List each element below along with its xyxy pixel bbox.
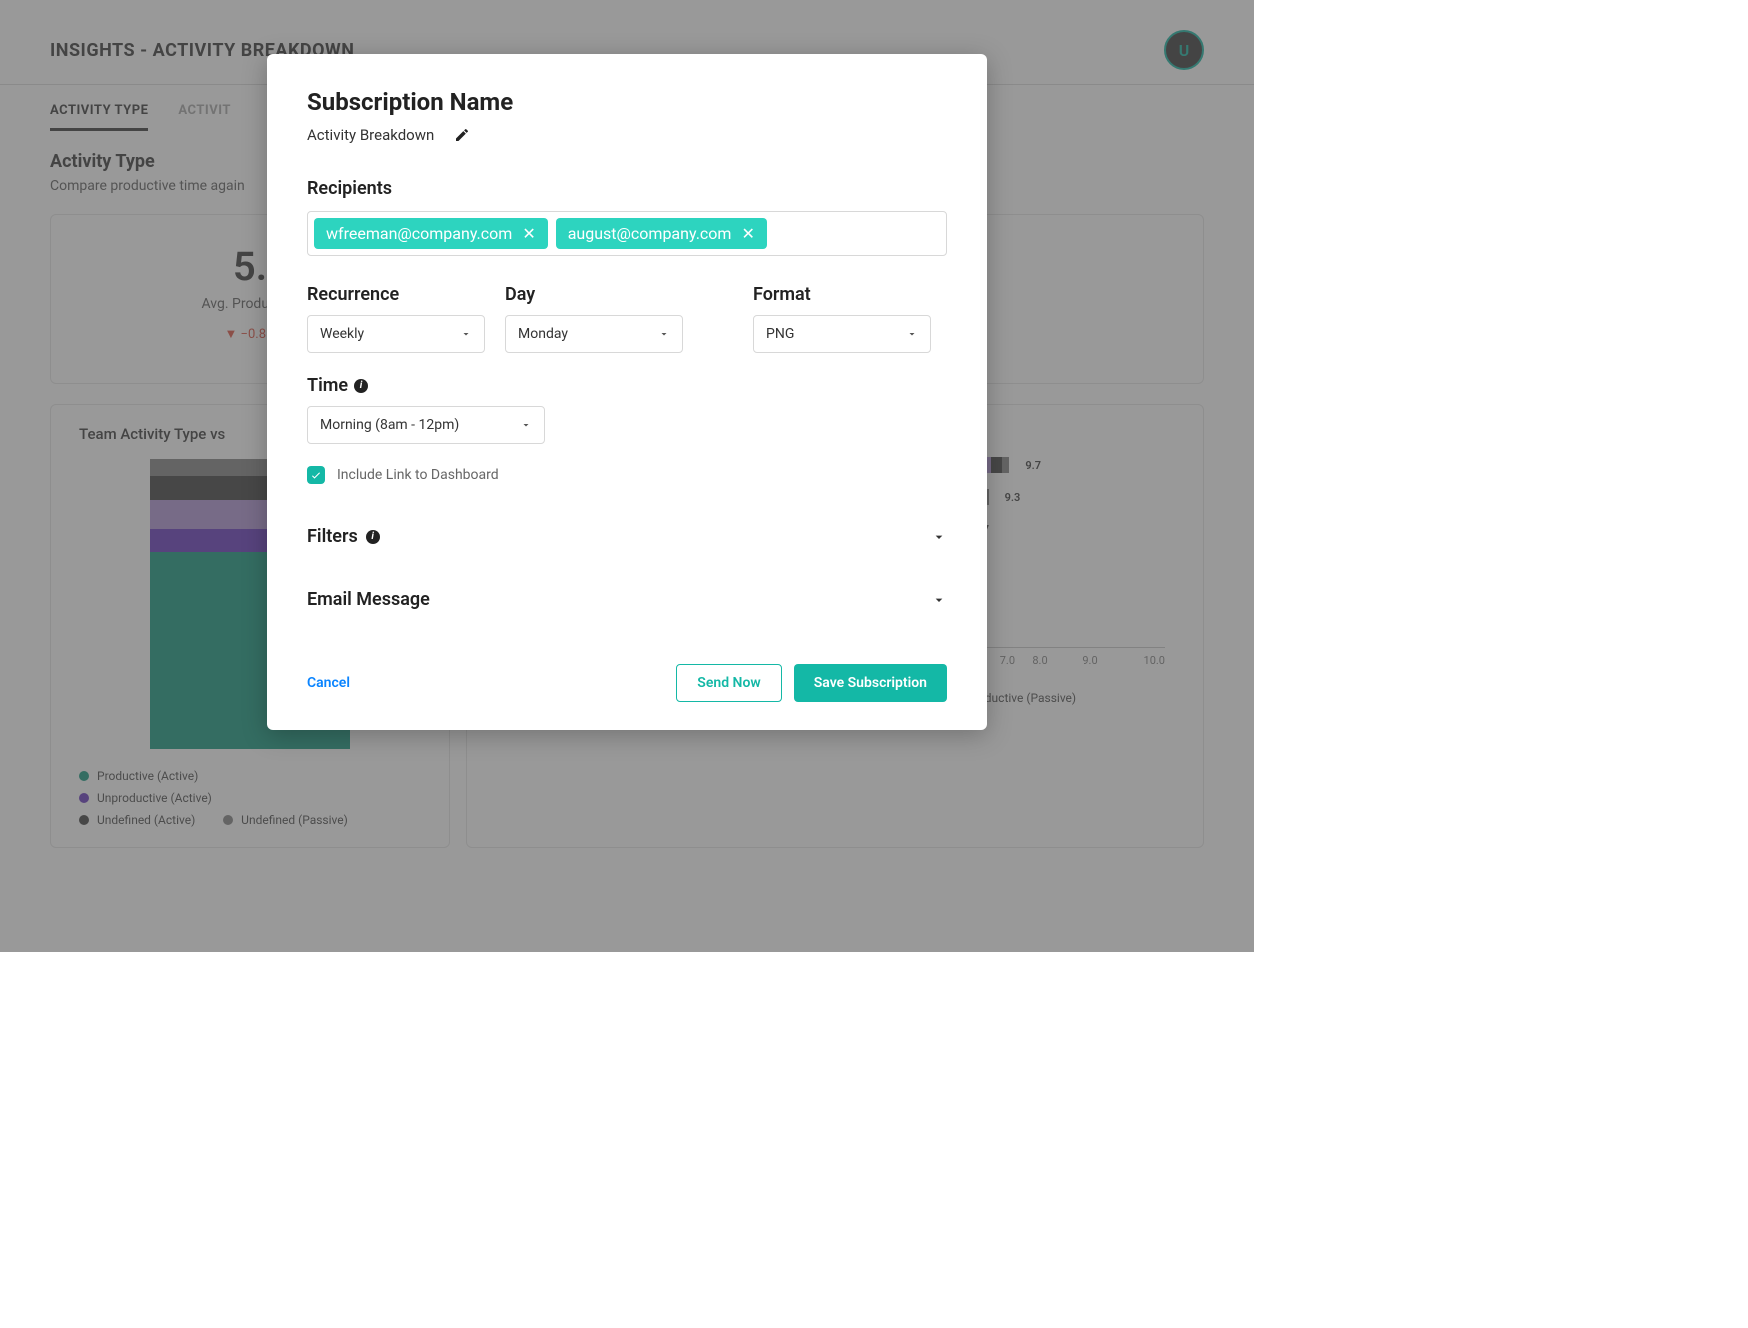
recipients-heading: Recipients <box>307 178 947 199</box>
info-icon[interactable]: i <box>366 530 380 544</box>
chevron-down-icon <box>931 592 947 608</box>
include-link-checkbox[interactable] <box>307 466 325 484</box>
send-now-button[interactable]: Send Now <box>676 664 781 702</box>
format-select[interactable]: PNG <box>753 315 931 353</box>
filters-collapse[interactable]: Filtersi <box>307 514 947 559</box>
email-message-collapse[interactable]: Email Message <box>307 577 947 622</box>
subscription-name-value: Activity Breakdown <box>307 126 434 144</box>
recipient-chip: august@company.com ✕ <box>556 218 767 249</box>
day-select[interactable]: Monday <box>505 315 683 353</box>
recipient-chip: wfreeman@company.com ✕ <box>314 218 548 249</box>
include-link-label: Include Link to Dashboard <box>337 467 499 483</box>
cancel-button[interactable]: Cancel <box>307 675 350 691</box>
time-select[interactable]: Morning (8am - 12pm) <box>307 406 545 444</box>
chevron-down-icon <box>520 419 532 431</box>
chevron-down-icon <box>906 328 918 340</box>
recurrence-select[interactable]: Weekly <box>307 315 485 353</box>
save-subscription-button[interactable]: Save Subscription <box>794 664 947 702</box>
edit-icon[interactable] <box>454 127 470 143</box>
chevron-down-icon <box>931 529 947 545</box>
time-label: Timei <box>307 375 545 396</box>
recipients-input[interactable]: wfreeman@company.com ✕ august@company.co… <box>307 211 947 256</box>
info-icon[interactable]: i <box>354 379 368 393</box>
chevron-down-icon <box>460 328 472 340</box>
day-label: Day <box>505 284 683 305</box>
format-label: Format <box>753 284 931 305</box>
remove-recipient-icon[interactable]: ✕ <box>522 226 535 242</box>
modal-title: Subscription Name <box>307 88 947 116</box>
subscription-modal: Subscription Name Activity Breakdown Rec… <box>267 54 987 730</box>
remove-recipient-icon[interactable]: ✕ <box>741 226 754 242</box>
chevron-down-icon <box>658 328 670 340</box>
recurrence-label: Recurrence <box>307 284 485 305</box>
